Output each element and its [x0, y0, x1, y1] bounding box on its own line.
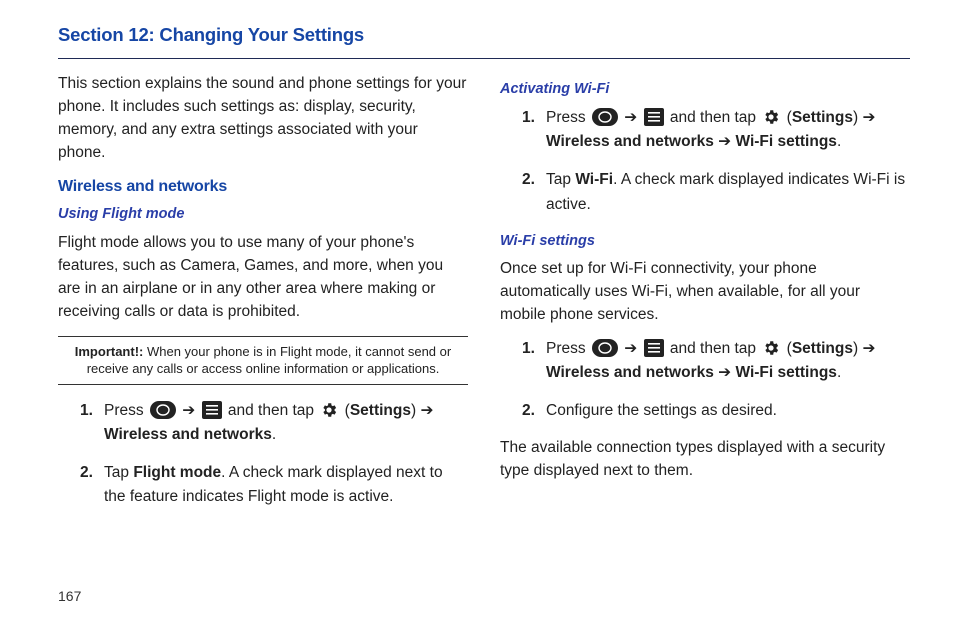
wifi-step2-text: Configure the settings as desired.: [546, 399, 910, 423]
path-wireless: Wireless and networks: [546, 133, 714, 150]
text-then-tap: and then tap: [670, 109, 761, 126]
intro-paragraph: This section explains the sound and phon…: [58, 73, 468, 165]
period: .: [837, 133, 841, 150]
step-number: 2.: [522, 168, 546, 216]
wifi-settings-steps: 1. Press ➔ and then tap: [522, 337, 910, 423]
settings-gear-icon: [320, 401, 338, 419]
arrow-icon: ➔: [624, 109, 641, 126]
heading-wireless: Wireless and networks: [58, 175, 468, 199]
wifi-settings-desc: Once set up for Wi-Fi connectivity, your…: [500, 258, 910, 327]
heading-wifi-settings: Wi-Fi settings: [500, 231, 910, 252]
page-number: 167: [58, 588, 81, 604]
path-wireless: Wireless and networks: [104, 426, 272, 443]
activate-wifi-steps: 1. Press ➔ and then tap: [522, 106, 910, 216]
text-press: Press: [546, 109, 590, 126]
home-button-icon: [150, 401, 176, 419]
text-tap: Tap: [546, 171, 575, 188]
flight-mode-label: Flight mode: [133, 464, 221, 481]
path-wifi-settings: Wi-Fi settings: [735, 364, 836, 381]
arrow-icon: ➔: [718, 133, 735, 150]
text-then-tap: and then tap: [670, 340, 761, 357]
step-number: 2.: [80, 461, 104, 509]
settings-label: Settings: [792, 109, 853, 126]
step-number: 1.: [522, 337, 546, 385]
path-wifi-settings: Wi-Fi settings: [735, 133, 836, 150]
flight-step-2: 2. Tap Flight mode. A check mark display…: [80, 461, 468, 509]
path-wireless: Wireless and networks: [546, 364, 714, 381]
text-then-tap: and then tap: [228, 402, 319, 419]
text-press: Press: [546, 340, 590, 357]
arrow-icon: ➔: [420, 402, 433, 419]
heading-flight-mode: Using Flight mode: [58, 204, 468, 225]
step-number: 1.: [522, 106, 546, 154]
menu-key-icon: [644, 339, 664, 357]
arrow-icon: ➔: [862, 340, 875, 357]
heading-activating-wifi: Activating Wi-Fi: [500, 79, 910, 100]
home-button-icon: [592, 108, 618, 126]
activate-step-1: 1. Press ➔ and then tap: [522, 106, 910, 154]
period: .: [837, 364, 841, 381]
arrow-icon: ➔: [718, 364, 735, 381]
flight-mode-desc: Flight mode allows you to use many of yo…: [58, 232, 468, 324]
step-number: 2.: [522, 399, 546, 423]
text-press: Press: [104, 402, 148, 419]
arrow-icon: ➔: [862, 109, 875, 126]
right-column: Activating Wi-Fi 1. Press ➔ and then tap: [500, 73, 910, 523]
settings-gear-icon: [762, 108, 780, 126]
settings-label: Settings: [792, 340, 853, 357]
step-number: 1.: [80, 399, 104, 447]
menu-key-icon: [644, 108, 664, 126]
note-lead: Important!:: [75, 344, 144, 359]
settings-gear-icon: [762, 339, 780, 357]
section-title: Section 12: Changing Your Settings: [58, 24, 910, 46]
flight-steps: 1. Press ➔ and then tap: [80, 399, 468, 509]
period: .: [272, 426, 276, 443]
flight-step-1: 1. Press ➔ and then tap: [80, 399, 468, 447]
wifi-step-2: 2. Configure the settings as desired.: [522, 399, 910, 423]
wifi-label: Wi-Fi: [575, 171, 613, 188]
text-tap: Tap: [104, 464, 133, 481]
settings-label: Settings: [350, 402, 411, 419]
two-column-layout: This section explains the sound and phon…: [58, 73, 910, 523]
home-button-icon: [592, 339, 618, 357]
wifi-step-1: 1. Press ➔ and then tap: [522, 337, 910, 385]
important-note: Important!: When your phone is in Flight…: [58, 336, 468, 385]
arrow-icon: ➔: [624, 340, 641, 357]
section-rule: [58, 58, 910, 59]
left-column: This section explains the sound and phon…: [58, 73, 468, 523]
menu-key-icon: [202, 401, 222, 419]
wifi-tail-paragraph: The available connection types displayed…: [500, 437, 910, 483]
activate-step-2: 2. Tap Wi-Fi. A check mark displayed ind…: [522, 168, 910, 216]
arrow-icon: ➔: [182, 402, 199, 419]
